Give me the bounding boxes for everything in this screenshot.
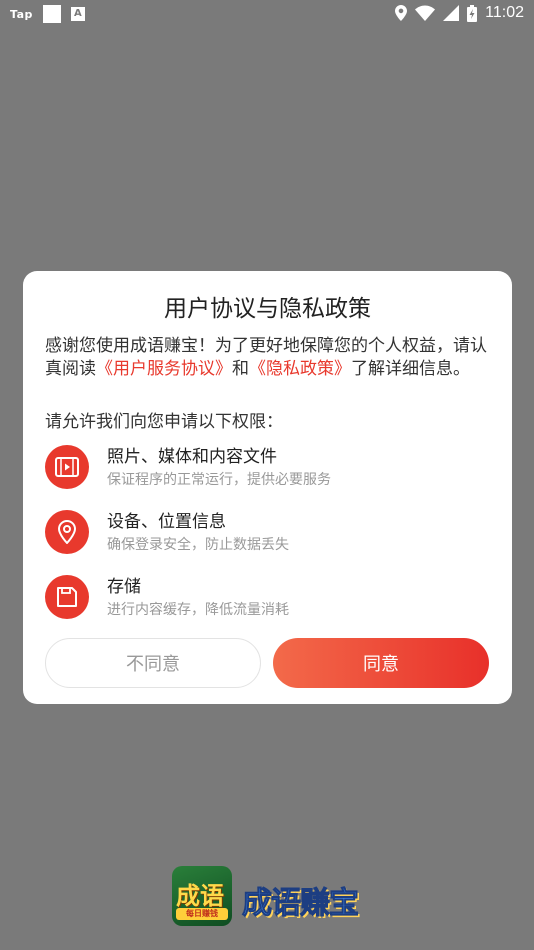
battery-charging-icon: [467, 4, 478, 22]
permission-title: 照片、媒体和内容文件: [107, 447, 277, 467]
signal-icon: [443, 5, 460, 21]
permission-title: 存储: [107, 577, 141, 597]
status-bar-right: 11:02: [395, 4, 524, 22]
app-branding: 成语 每日赚钱 成语赚宝: [172, 866, 372, 928]
location-pin-icon: [45, 510, 89, 554]
permission-title: 设备、位置信息: [107, 512, 226, 532]
app-name-logo: 成语赚宝: [242, 886, 360, 922]
permission-item-location: 设备、位置信息 确保登录安全，防止数据丢失: [45, 510, 493, 562]
status-bar: Tap A 11:02: [0, 0, 534, 28]
dialog-title: 用户协议与隐私政策: [164, 296, 371, 322]
notification-square-icon: [42, 5, 61, 23]
wifi-icon: [415, 5, 436, 21]
user-agreement-link[interactable]: 《用户服务协议》: [96, 359, 232, 379]
tap-label: Tap: [10, 7, 33, 21]
permissions-heading: 请允许我们向您申请以下权限：: [45, 412, 283, 432]
permission-item-storage: 存储 进行内容缓存，降低流量消耗: [45, 575, 493, 627]
app-icon-band: 每日赚钱: [176, 908, 228, 920]
permission-item-media: 照片、媒体和内容文件 保证程序的正常运行，提供必要服务: [45, 445, 493, 497]
clock: 11:02: [485, 4, 524, 21]
privacy-policy-link[interactable]: 《隐私政策》: [249, 359, 351, 379]
intro-part2: 和: [232, 359, 249, 379]
agree-button[interactable]: 同意: [273, 638, 489, 688]
app-logo-icon: 成语 每日赚钱: [172, 866, 232, 926]
privacy-dialog: 用户协议与隐私政策 感谢您使用成语赚宝！为了更好地保障您的个人权益，请认真阅读《…: [23, 271, 512, 704]
permission-desc: 进行内容缓存，降低流量消耗: [107, 602, 289, 618]
storage-icon: [45, 575, 89, 619]
notification-a-icon: A: [70, 7, 85, 21]
intro-part3: 了解详细信息。: [351, 359, 470, 379]
intro-text: 感谢您使用成语赚宝！为了更好地保障您的个人权益，请认真阅读《用户服务协议》和《隐…: [45, 335, 493, 381]
disagree-button[interactable]: 不同意: [45, 638, 261, 688]
app-icon-text: 成语: [176, 882, 224, 910]
permission-desc: 确保登录安全，防止数据丢失: [107, 537, 289, 553]
status-bar-left: Tap A: [10, 5, 85, 23]
permission-desc: 保证程序的正常运行，提供必要服务: [107, 472, 331, 488]
media-file-icon: [45, 445, 89, 489]
location-icon: [395, 5, 408, 21]
